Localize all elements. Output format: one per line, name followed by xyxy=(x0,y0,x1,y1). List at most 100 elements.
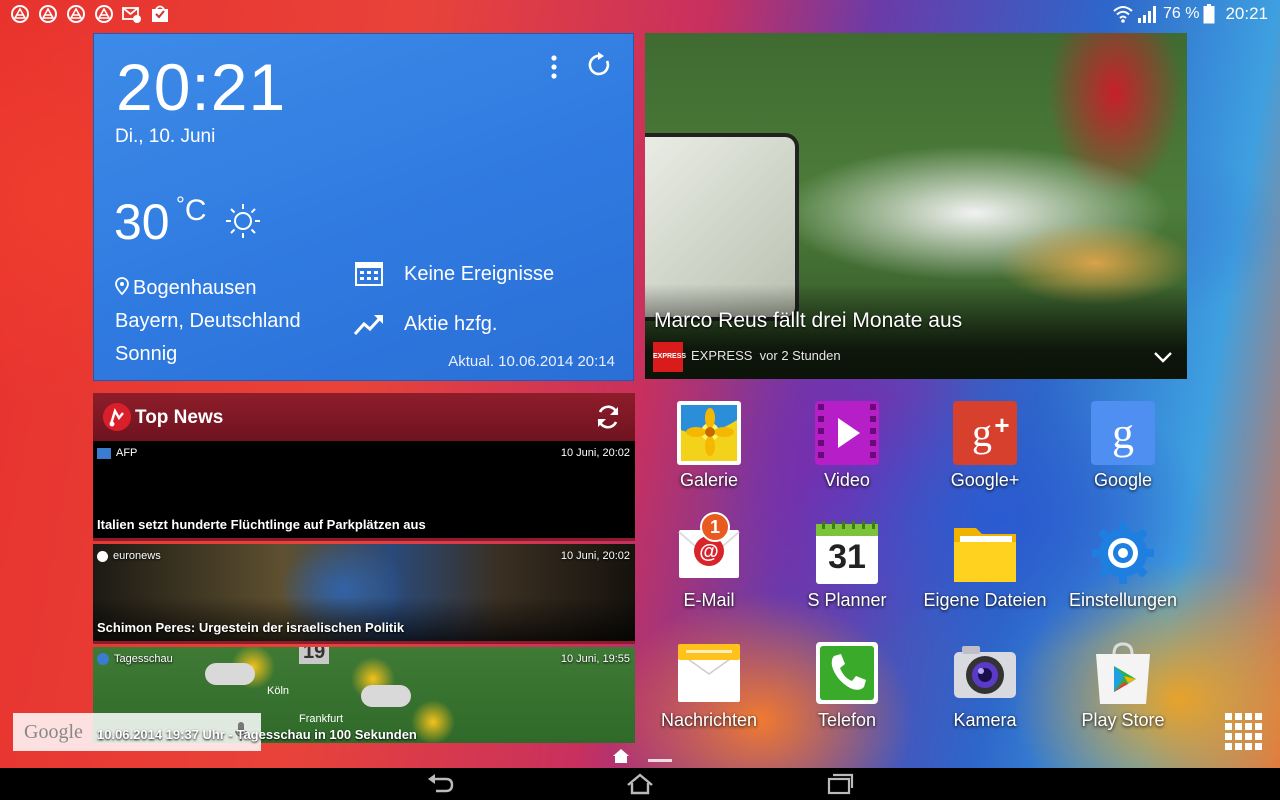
app-settings[interactable]: Einstellungen xyxy=(1058,520,1188,630)
unit-letter: C xyxy=(184,194,207,227)
app-play-store[interactable]: Play Store xyxy=(1058,640,1188,750)
home-page-indicator-icon[interactable] xyxy=(612,748,630,764)
store-icon xyxy=(152,5,168,22)
page-indicator[interactable] xyxy=(648,759,672,762)
news-item-source: Tagesschau xyxy=(97,653,173,665)
home-icon[interactable] xyxy=(626,773,654,795)
news-item-source: AFP xyxy=(97,447,137,459)
app-google[interactable]: g Google xyxy=(1058,400,1188,510)
unread-badge: 1 xyxy=(700,512,730,542)
clock-date: Di., 10. Juni xyxy=(115,126,216,147)
folder-icon xyxy=(954,528,1016,582)
app-s-planner[interactable]: 31 S Planner xyxy=(782,520,912,630)
weather-map-cloud xyxy=(205,663,255,685)
camera-icon xyxy=(954,646,1016,698)
news-headline[interactable]: Marco Reus fällt drei Monate aus xyxy=(654,309,962,333)
stock-chart-icon xyxy=(354,315,383,336)
more-options-icon[interactable] xyxy=(549,54,559,80)
battery-icon xyxy=(1203,4,1215,24)
recent-apps-icon[interactable] xyxy=(826,773,854,795)
refresh-icon[interactable] xyxy=(595,404,621,430)
app-label: Telefon xyxy=(817,710,877,730)
location-region: Bayern, Deutschland xyxy=(115,310,301,332)
top-news-widget: Top News AFP 10 Juni, 20:02 Italien setz… xyxy=(93,393,635,743)
app-galerie[interactable]: Galerie xyxy=(644,400,774,510)
notification-icon xyxy=(11,5,29,23)
status-time: 20:21 xyxy=(1225,4,1268,23)
news-photo-widget[interactable]: Marco Reus fällt drei Monate aus EXPRESS… xyxy=(645,33,1187,379)
location-block: Bogenhausen Bayern, Deutschland Sonnig xyxy=(115,272,301,371)
status-bar: 76 % 20:21 xyxy=(0,0,1280,28)
all-apps-icon[interactable] xyxy=(1223,711,1265,753)
settings-icon xyxy=(1092,522,1154,584)
app-messages[interactable]: Nachrichten xyxy=(644,640,774,750)
temperature: 30 xyxy=(114,194,170,250)
news-item[interactable]: euronews 10 Juni, 20:02 Schimon Peres: U… xyxy=(93,544,635,644)
weather-condition: Sonnig xyxy=(115,343,178,365)
google-logo: Google xyxy=(24,721,83,743)
calendar-label: Keine Ereignisse xyxy=(404,262,555,285)
back-icon[interactable] xyxy=(426,773,454,795)
app-google-plus[interactable]: g + Google+ xyxy=(920,400,1050,510)
news-item-headline[interactable]: Schimon Peres: Urgestein der israelische… xyxy=(97,620,404,635)
tagesschau-logo-icon xyxy=(97,653,109,665)
news-item-source: euronews xyxy=(97,550,161,562)
news-item-time: 10 Juni, 20:02 xyxy=(560,550,630,562)
news-item-source-name: Tagesschau xyxy=(114,653,173,665)
calendar-day: 31 xyxy=(828,538,866,576)
svg-text:+: + xyxy=(994,410,1009,440)
svg-text:g: g xyxy=(1112,409,1134,458)
map-label-frankfurt: Frankfurt xyxy=(299,713,344,725)
app-email[interactable]: @ 1 E-Mail xyxy=(644,512,774,630)
location-name: Bogenhausen xyxy=(133,277,257,299)
news-age: vor 2 Stunden xyxy=(759,348,841,363)
stocks-row[interactable]: Aktie hzfg. xyxy=(354,310,497,338)
calendar-icon xyxy=(355,262,383,286)
news-item-headline[interactable]: 10.06.2014 19:37 Uhr - Tagesschau in 100… xyxy=(97,727,417,742)
news-item[interactable]: AFP 10 Juni, 20:02 Italien setzt hundert… xyxy=(93,441,635,541)
svg-text:g: g xyxy=(972,410,992,455)
news-item-source-name: euronews xyxy=(113,550,161,562)
app-camera[interactable]: Kamera xyxy=(920,640,1050,750)
navigation-bar xyxy=(0,768,1280,800)
app-label: Google xyxy=(1093,470,1153,490)
battery-percent: 76 % xyxy=(1162,5,1200,22)
google-search-icon: g xyxy=(1091,401,1155,465)
app-label: Einstellungen xyxy=(1068,590,1178,610)
app-label: Video xyxy=(824,470,870,490)
app-label: Galerie xyxy=(679,470,739,490)
notification-icon xyxy=(39,5,57,23)
chevron-down-icon[interactable] xyxy=(1154,351,1172,363)
calendar-events-row[interactable]: Keine Ereignisse xyxy=(354,260,554,288)
weather-clock-widget[interactable]: 20:21 Di., 10. Juni 30 °C Bogenhausen Ba… xyxy=(93,33,634,381)
news-source: EXPRESS vor 2 Stunden xyxy=(691,348,841,363)
clock-time[interactable]: 20:21 xyxy=(116,52,286,122)
top-news-title: Top News xyxy=(135,407,224,428)
notification-icon xyxy=(67,5,85,23)
app-my-files[interactable]: Eigene Dateien xyxy=(920,520,1050,630)
mail-icon xyxy=(122,7,141,23)
notification-icon xyxy=(95,5,113,23)
news-item-time: 10 Juni, 19:55 xyxy=(560,653,630,665)
refresh-icon[interactable] xyxy=(587,52,613,78)
app-label: Eigene Dateien xyxy=(923,590,1047,610)
top-news-header: Top News xyxy=(93,393,635,441)
app-label: S Planner xyxy=(807,590,887,610)
app-label: Kamera xyxy=(953,710,1017,730)
euronews-logo-icon xyxy=(97,550,108,562)
map-label-temp: 19 xyxy=(299,647,330,664)
stocks-label: Aktie hzfg. xyxy=(404,312,498,335)
last-updated: Aktual. 10.06.2014 20:14 xyxy=(448,353,615,370)
temperature-unit: °C xyxy=(176,192,207,227)
app-phone[interactable]: Telefon xyxy=(782,640,912,750)
status-right: 76 % 20:21 xyxy=(1113,4,1268,24)
video-icon xyxy=(815,401,879,465)
weather-map-cloud xyxy=(361,685,411,707)
news-item-source-name: AFP xyxy=(116,447,138,459)
news-item-headline[interactable]: Italien setzt hunderte Flüchtlinge auf P… xyxy=(97,517,426,532)
app-video[interactable]: Video xyxy=(782,400,912,510)
map-label-koeln: Köln xyxy=(267,685,290,697)
app-label: Google+ xyxy=(950,470,1020,490)
news-source-logo: EXPRESS xyxy=(653,342,686,372)
svg-text:@: @ xyxy=(699,541,719,563)
